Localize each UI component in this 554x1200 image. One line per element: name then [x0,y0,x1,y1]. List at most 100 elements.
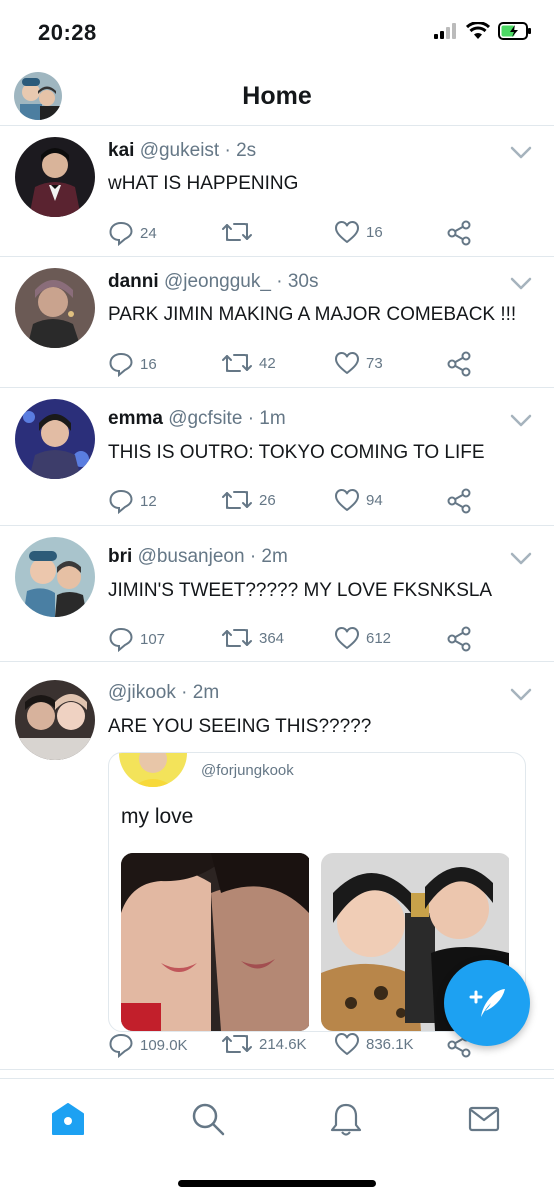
tweet-actions: 24 16 [108,220,488,248]
timeline: kai @gukeist · 2s wHAT IS HAPPENING 24 1… [0,126,554,1070]
reply-count: 12 [140,492,157,510]
user-avatar[interactable] [15,137,95,217]
media-image[interactable] [121,853,311,1031]
retweet-button[interactable]: 26 [221,488,276,512]
quoted-user-avatar[interactable] [119,753,187,787]
share-icon [447,220,471,246]
retweet-icon [222,223,252,241]
messages-icon [468,1106,500,1132]
retweet-button[interactable]: 364 [221,626,284,650]
chevron-down-icon[interactable] [510,688,532,707]
retweet-icon [222,629,252,647]
tab-notifications[interactable] [326,1099,366,1139]
like-icon [335,489,359,511]
signal-icon [434,23,456,39]
author-name[interactable]: kai [108,140,134,161]
share-button[interactable] [446,488,472,514]
author-name[interactable]: danni [108,271,159,292]
like-button[interactable]: 73 [334,351,383,375]
like-count: 836.1K [366,1035,414,1053]
retweet-button[interactable] [221,220,259,244]
tweet-text: ARE YOU SEEING THIS????? [108,716,372,737]
chevron-down-icon[interactable] [510,414,532,433]
share-button[interactable] [446,626,472,652]
compose-icon [469,989,505,1017]
home-icon [52,1103,84,1135]
notifications-icon [330,1103,362,1136]
tweet-meta: emma @gcfsite · 1m [108,408,286,430]
quoted-author-handle[interactable]: @forjungkook [201,762,294,779]
tweet-text: JIMIN'S TWEET????? MY LOVE FKSNKSLA [108,580,493,601]
reply-button[interactable]: 107 [108,626,165,652]
tweet[interactable]: bri @busanjeon · 2m JIMIN'S TWEET????? M… [0,526,554,662]
author-name[interactable]: bri [108,546,132,567]
author-handle[interactable]: @busanjeon [138,546,245,567]
tweet-timestamp: · 2m [249,546,288,567]
like-button[interactable]: 836.1K [334,1032,414,1056]
chevron-down-icon[interactable] [510,146,532,165]
battery-charging-icon [498,22,531,40]
wifi-icon [466,22,490,39]
like-icon [335,1033,359,1055]
like-button[interactable]: 16 [334,220,383,244]
reply-count: 16 [140,355,157,373]
tweet[interactable]: kai @gukeist · 2s wHAT IS HAPPENING 24 1… [0,126,554,257]
user-avatar[interactable] [15,537,95,617]
author-handle[interactable]: @gukeist [140,140,220,161]
tweet[interactable]: danni @jeongguk_ · 30s PARK JIMIN MAKING… [0,257,554,388]
share-button[interactable] [446,351,472,377]
share-button[interactable] [446,220,472,246]
top-header: Home [0,66,554,126]
tweet-meta: danni @jeongguk_ · 30s [108,271,318,293]
share-icon [447,488,471,514]
retweet-count: 364 [259,629,285,647]
reply-icon [109,1033,133,1058]
tweet-timestamp: · 2m [181,682,220,703]
author-name[interactable]: emma [108,408,163,429]
reply-button[interactable]: 12 [108,488,157,514]
tweet[interactable]: emma @gcfsite · 1m THIS IS OUTRO: TOKYO … [0,388,554,526]
share-icon [447,351,471,377]
like-button[interactable]: 612 [334,626,391,650]
compose-tweet-button[interactable] [444,960,530,1046]
author-handle[interactable]: @jeongguk_ [164,271,271,292]
chevron-down-icon[interactable] [510,277,532,296]
retweet-count: 214.6K [259,1035,307,1053]
retweet-button[interactable]: 214.6K [221,1032,307,1056]
reply-button[interactable]: 16 [108,351,157,377]
retweet-icon [222,491,252,509]
reply-icon [109,221,133,246]
like-count: 73 [366,354,383,372]
tweet-timestamp: · 30s [276,271,319,292]
user-avatar[interactable] [15,399,95,479]
status-time: 20:28 [38,20,97,45]
author-handle[interactable]: @jikook [108,682,176,703]
like-icon [335,221,359,243]
like-icon [335,352,359,374]
retweet-button[interactable]: 42 [221,351,276,375]
tweet-meta: @jikook · 2m [108,682,219,704]
chevron-down-icon[interactable] [510,552,532,571]
quoted-tweet-text: my love [121,805,194,828]
reply-count: 24 [140,224,157,242]
search-icon [192,1103,225,1136]
user-avatar[interactable] [15,268,95,348]
user-avatar[interactable] [15,680,95,760]
tab-home[interactable] [48,1099,88,1139]
tweet-timestamp: · 1m [247,408,286,429]
tweet-meta: kai @gukeist · 2s [108,140,256,162]
quoted-tweet-header: @forjungkook [119,753,294,787]
reply-button[interactable]: 109.0K [108,1032,188,1058]
tweet-meta: bri @busanjeon · 2m [108,546,288,568]
like-button[interactable]: 94 [334,488,383,512]
like-count: 16 [366,223,383,241]
reply-button[interactable]: 24 [108,220,157,246]
reply-icon [109,352,133,377]
author-handle[interactable]: @gcfsite [168,408,242,429]
share-icon [447,626,471,652]
tab-search[interactable] [188,1099,228,1139]
tab-messages[interactable] [464,1099,504,1139]
retweet-icon [222,354,252,372]
status-bar: 20:28 [0,0,554,66]
like-icon [335,627,359,649]
